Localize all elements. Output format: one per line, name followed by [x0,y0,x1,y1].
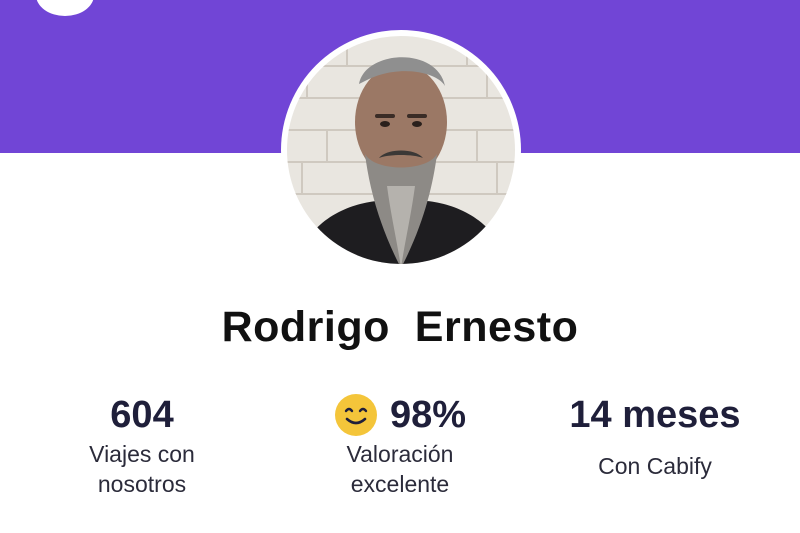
tenure-label: Con Cabify [598,453,712,479]
tenure-value: 14 meses [569,394,741,436]
avatar [287,36,515,264]
stat-rating: 98% Valoración excelente [310,393,490,499]
driver-photo [287,36,515,264]
smiley-face-icon [334,393,378,437]
stat-trips: 604 Viajes con nosotros [62,393,222,499]
driver-name: Rodrigo Ernesto [221,303,579,351]
trips-label: Viajes con nosotros [89,441,195,497]
rating-value-row: 98% [310,393,490,437]
rating-percent: 98% [389,394,467,436]
rating-label: Valoración excelente [346,441,454,497]
trips-count: 604 [110,394,174,436]
stat-tenure: 14 meses Con Cabify [540,393,770,481]
driver-profile-screen: Rodrigo Ernesto 604 Viajes con nosotros … [0,0,800,533]
